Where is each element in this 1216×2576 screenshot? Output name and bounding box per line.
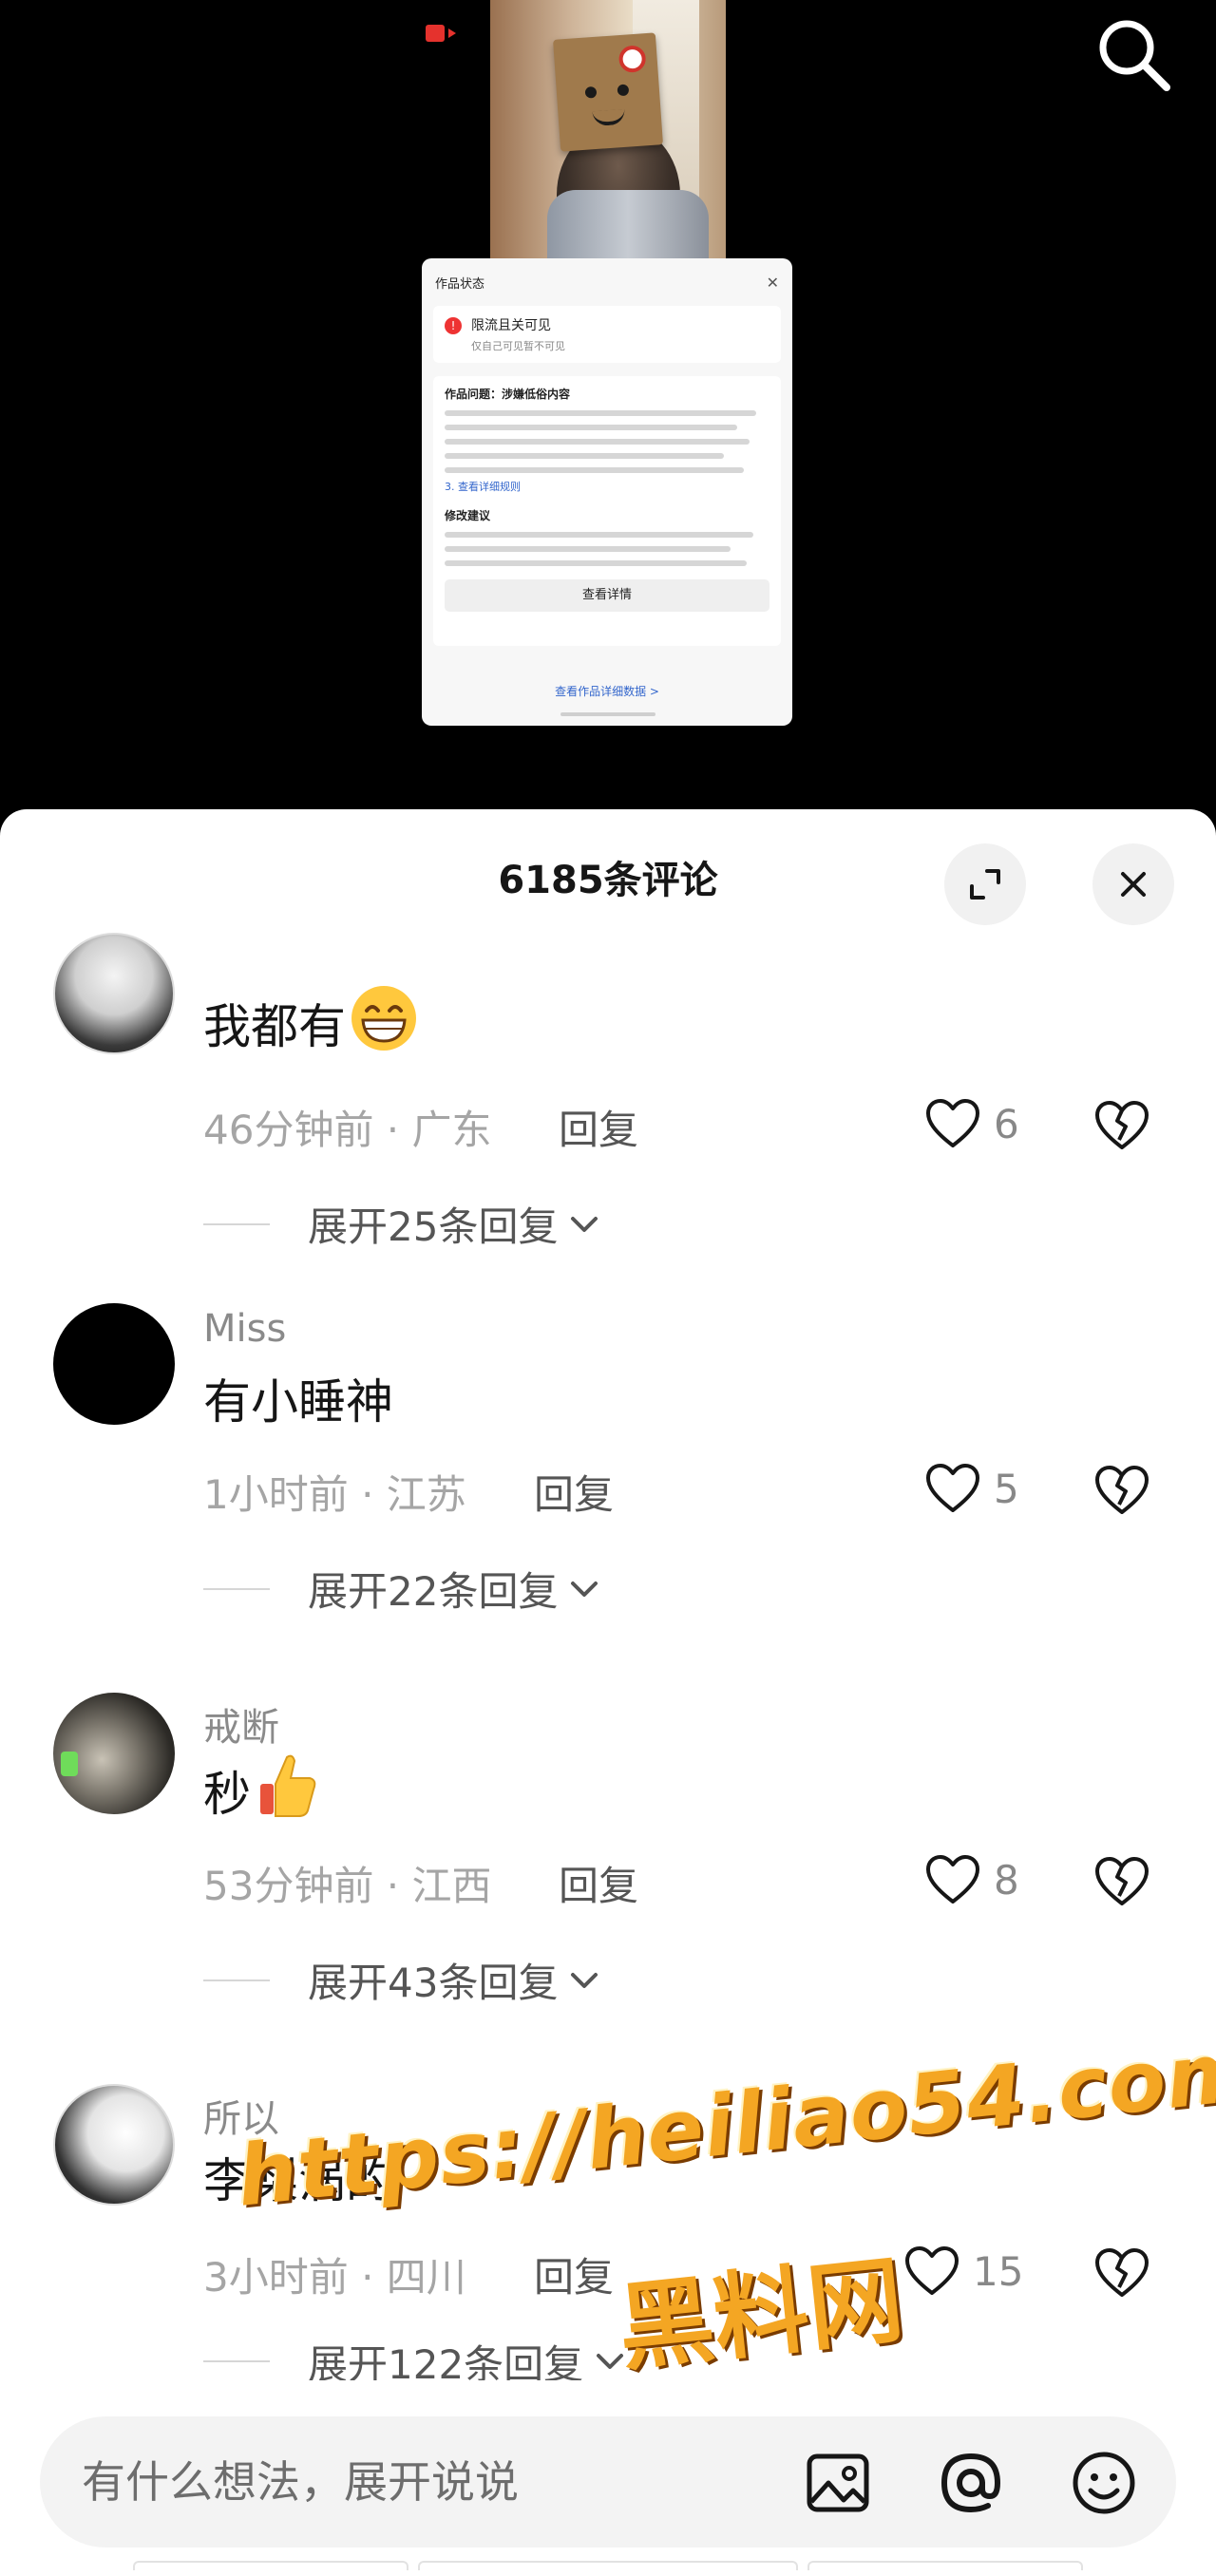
reply-button[interactable]: 回复 <box>534 1463 614 1521</box>
grinning-face-emoji <box>352 986 416 1051</box>
comment-count-title: 6185条评论 <box>498 859 718 902</box>
reason-section: 作品问题：涉嫌低俗内容 3. 查看详细规则 修改建议 查看详情 <box>433 376 781 646</box>
avatar[interactable] <box>53 2084 175 2206</box>
chevron-down-icon <box>597 2354 624 2369</box>
heart-icon <box>905 2246 959 2295</box>
reason-title: 作品问题：涉嫌低俗内容 <box>445 388 571 401</box>
comment-item: 我都有 46分钟前 · 广东 回复 6 展开25条回复 <box>0 933 1216 1322</box>
warning-icon: ! <box>445 317 462 334</box>
close-button[interactable] <box>1092 843 1174 925</box>
like-count: 8 <box>994 1856 1019 1904</box>
alert-title: 限流且关可见 <box>471 318 551 333</box>
dislike-button[interactable] <box>1094 1465 1150 1520</box>
comment-item: 所以 李梨涡的 3小时前 · 四川 回复 15 展开122条回复 <box>0 2084 1216 2464</box>
comment-username[interactable]: Miss <box>203 1307 286 1351</box>
view-details-button[interactable]: 查看详情 <box>445 579 770 612</box>
at-icon <box>940 2453 1001 2513</box>
comment-sheet: 6185条评论 我都有 46分钟前 · 广东 回复 6 展开25条回复 Miss… <box>0 809 1216 2576</box>
broken-heart-icon <box>1095 1466 1149 1514</box>
heart-icon <box>926 1855 979 1904</box>
avatar[interactable] <box>53 1693 175 1814</box>
comment-text: 有小睡神 <box>203 1374 393 1430</box>
broken-heart-icon <box>1095 2248 1149 2297</box>
reply-button[interactable]: 回复 <box>534 2245 614 2303</box>
chevron-down-icon <box>571 1972 598 1988</box>
video-player[interactable]: 作品状态 ✕ ! 限流且关可见 仅自己可见暂不可见 作品问题：涉嫌低俗内容 3.… <box>0 0 1216 817</box>
suggest-title: 修改建议 <box>445 509 491 522</box>
close-icon <box>1121 872 1146 897</box>
comment-meta: 3小时前 · 四川 <box>203 2254 466 2301</box>
comment-text: 李梨涡的 <box>203 2153 393 2208</box>
like-count: 6 <box>994 1100 1019 1147</box>
paper-bag-mask <box>553 32 663 152</box>
dislike-button[interactable] <box>1094 2247 1150 2302</box>
expand-replies[interactable]: 展开22条回复 <box>203 1560 601 1618</box>
broken-heart-icon <box>1095 1857 1149 1905</box>
comment-text: 我都有 <box>203 984 418 1057</box>
comment-input-bar <box>40 2416 1176 2548</box>
like-button[interactable]: 15 <box>904 2245 1023 2297</box>
reply-button[interactable]: 回复 <box>559 1098 638 1156</box>
comment-username[interactable]: 所以 <box>203 2088 279 2143</box>
chevron-down-icon <box>571 1581 598 1597</box>
heart-icon <box>926 1464 979 1512</box>
like-button[interactable]: 6 <box>925 1098 1019 1149</box>
comment-text: 秒 <box>203 1752 321 1825</box>
work-status-card: 作品状态 ✕ ! 限流且关可见 仅自己可见暂不可见 作品问题：涉嫌低俗内容 3.… <box>422 258 792 726</box>
comment-meta: 1小时前 · 江苏 <box>203 1471 466 1518</box>
chevron-down-icon <box>571 1216 598 1232</box>
reply-button[interactable]: 回复 <box>559 1854 638 1912</box>
mention-button[interactable] <box>933 2445 1009 2521</box>
card-title: 作品状态 <box>435 276 485 292</box>
like-button[interactable]: 8 <box>925 1854 1019 1905</box>
expand-replies[interactable]: 展开122条回复 <box>203 2342 627 2380</box>
image-button[interactable] <box>800 2445 876 2521</box>
comment-username[interactable]: 戒断 <box>203 1696 279 1752</box>
comment-item: Miss 有小睡神 1小时前 · 江苏 回复 5 展开22条回复 <box>0 1303 1216 1683</box>
view-data-link[interactable]: 查看作品详细数据 > <box>422 683 792 699</box>
status-alert: ! 限流且关可见 仅自己可见暂不可见 <box>433 306 781 363</box>
bottom-tab-hint <box>0 2555 1216 2576</box>
comment-input[interactable] <box>82 2449 747 2515</box>
close-icon[interactable]: ✕ <box>767 274 779 292</box>
expand-icon <box>970 869 1000 900</box>
thumbs-up-emoji <box>260 1754 316 1817</box>
rules-link[interactable]: 3. 查看详细规则 <box>445 479 770 494</box>
like-count: 15 <box>973 2247 1024 2295</box>
heart-icon <box>926 1099 979 1147</box>
live-record-icon <box>422 19 464 47</box>
alert-desc: 仅自己可见暂不可见 <box>471 340 565 352</box>
image-icon <box>807 2453 869 2512</box>
avatar[interactable] <box>53 1303 175 1425</box>
video-thumbnail <box>490 0 726 266</box>
comment-item: 戒断 秒 53分钟前 · 江西 回复 8 展开43条回复 <box>0 1693 1216 2073</box>
dislike-button[interactable] <box>1094 1100 1150 1155</box>
like-button[interactable]: 5 <box>925 1463 1019 1514</box>
smiley-icon <box>1073 2452 1135 2514</box>
search-icon <box>1099 20 1170 91</box>
emoji-button[interactable] <box>1066 2445 1142 2521</box>
expand-button[interactable] <box>944 843 1026 925</box>
home-indicator <box>560 712 656 716</box>
comment-meta: 53分钟前 · 江西 <box>203 1863 492 1909</box>
broken-heart-icon <box>1095 1101 1149 1149</box>
like-count: 5 <box>994 1465 1019 1512</box>
comment-meta: 46分钟前 · 广东 <box>203 1107 492 1153</box>
search-button[interactable] <box>1091 11 1176 97</box>
dislike-button[interactable] <box>1094 1856 1150 1911</box>
comment-sheet-header: 6185条评论 <box>0 809 1216 952</box>
avatar[interactable] <box>53 933 175 1054</box>
expand-replies[interactable]: 展开43条回复 <box>203 1951 601 2009</box>
expand-replies[interactable]: 展开25条回复 <box>203 1195 601 1253</box>
